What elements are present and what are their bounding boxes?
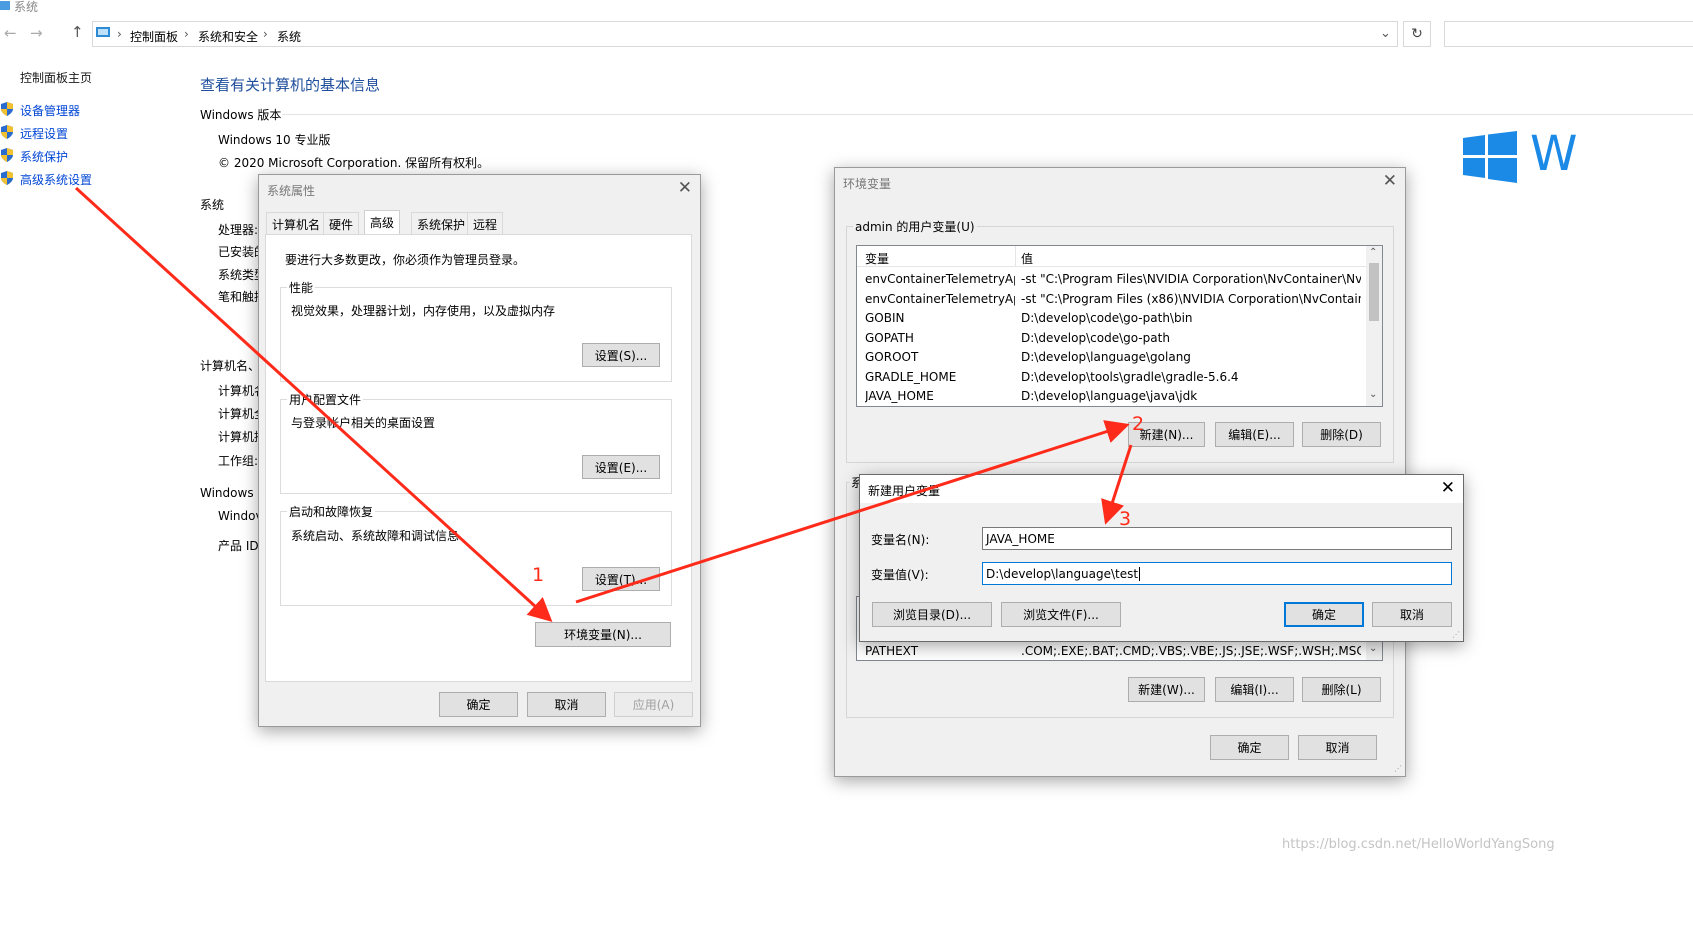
annotation-number-2: 2 (1132, 413, 1145, 435)
annotation-arrows (74, 186, 1133, 623)
annotation-number-3: 3 (1119, 508, 1132, 530)
watermark: https://blog.csdn.net/HelloWorldYangSong (1282, 837, 1555, 852)
arrow-to-new-button (575, 420, 1130, 604)
annotation-number-1: 1 (532, 564, 545, 586)
arrow-to-env-button (74, 186, 553, 623)
